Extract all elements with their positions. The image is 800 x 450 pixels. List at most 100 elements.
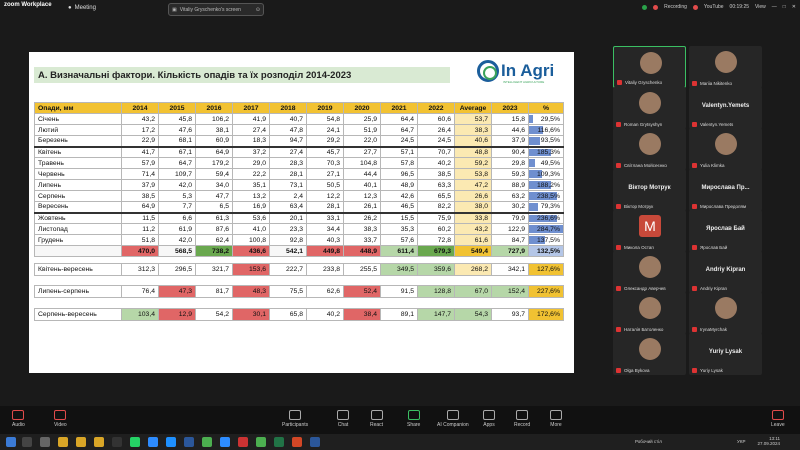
folder-icon-2[interactable] [94,437,104,447]
precipitation-table: Опади, мм 2014 2015 2016 2017 2018 2019 2020 202… [34,102,564,257]
participant-tile[interactable]: Olga Bykova [613,333,686,375]
summary-cell: 62,6 [306,285,344,298]
ai-companion-button[interactable]: AI Companion [437,410,469,428]
total-cell: 727,9 [491,245,529,257]
table-cell: 38,5 [417,168,455,180]
powerpoint-icon[interactable] [292,437,302,447]
more-button[interactable]: More [550,410,562,428]
participant-tile[interactable]: Vitaliy Gryschenko [613,46,686,88]
windows-start-icon[interactable] [6,437,16,447]
table-cell: 29,2 [306,135,344,147]
percent-value: 284,7% [536,225,560,233]
month-label: Грудень [34,234,122,246]
zoom-titlebar: zoom Workplace ● Meeting ▣ Vitaliy Grysc… [0,0,800,20]
word-icon[interactable] [310,437,320,447]
table-cell: 24,1 [306,124,344,136]
close-icon[interactable]: ✕ [792,4,796,10]
participants-button[interactable]: Participants [282,410,308,428]
meeting-menu[interactable]: ● Meeting [68,5,96,11]
participant-tile[interactable]: Олександр Аверчев [613,251,686,293]
table-cell: 59,3 [491,168,529,180]
app-icon-4[interactable] [256,437,266,447]
participant-tile[interactable]: M Микола Остап [613,210,686,252]
options-icon[interactable]: ⊙ [256,7,260,13]
zoom-icon[interactable] [148,437,158,447]
system-clock[interactable]: 13:11 27.09.2024 [757,436,780,446]
app-icon-2[interactable] [220,437,230,447]
leave-button[interactable]: Leave [771,410,785,428]
search-icon[interactable] [22,437,32,447]
language-indicator[interactable]: УКР [737,439,745,444]
summary-cell: 91,5 [380,285,418,298]
terminal-icon[interactable] [112,437,122,447]
explorer-icon[interactable] [58,437,68,447]
participant-tile[interactable]: Yulia Klimka [689,128,762,170]
participant-tile[interactable]: Світлана Мойсеєнко [613,128,686,170]
table-cell: 40,2 [417,157,455,169]
table-cell: 73,1 [269,179,307,191]
table-cell: 13,2 [232,190,270,202]
app-icon-1[interactable] [184,437,194,447]
table-cell: 70,3 [306,157,344,169]
table-cell: 38,0 [454,201,492,213]
chrome-icon[interactable] [202,437,212,447]
participant-tile[interactable]: Roman Grytsyshyn [613,87,686,129]
table-cell: 64,7 [380,124,418,136]
maximize-icon[interactable]: □ [783,4,786,10]
table-cell: 104,8 [343,157,381,169]
percent-value: 79,3% [540,203,560,211]
percent-cell: 29,5% [528,113,564,125]
summary-cell: 233,8 [306,263,344,276]
participant-tile[interactable]: Andriy Kipran Andriy Kipran [689,251,762,293]
percent-value: 109,3% [536,170,560,178]
summary-cell: 47,3 [158,285,196,298]
mic-muted-icon [616,327,621,332]
shared-slide: А. Визначальні фактори. Кількість опадів… [29,52,574,373]
app-icon-3[interactable] [238,437,248,447]
video-button[interactable]: Video [54,410,67,428]
mic-muted-icon [616,245,621,250]
participant-tile[interactable]: Ярослав Бай Ярослав Бай [689,210,762,252]
participant-tile[interactable]: Наталія Батоленко [613,292,686,334]
whatsapp-icon[interactable] [130,437,140,447]
table-cell: 71,4 [121,168,159,180]
total-cell: 549,4 [454,245,492,257]
participant-tile[interactable]: IrynaMyrchak [689,292,762,334]
table-cell: 37,2 [232,146,270,158]
participant-avatar [715,133,737,155]
column-header: Average [454,102,492,114]
total-label [34,245,122,257]
edge-icon[interactable] [166,437,176,447]
percent-cell: 137,5% [528,234,564,246]
record-button[interactable]: Record [514,410,530,428]
folder-icon[interactable] [76,437,86,447]
table-cell: 27,1 [306,168,344,180]
table-cell: 26,2 [343,212,381,224]
participant-avatar [639,297,661,319]
table-cell: 28,1 [269,168,307,180]
month-label: Червень [34,168,122,180]
percent-value: 29,5% [540,115,560,123]
month-label: Жовтень [34,212,122,224]
participant-avatar [639,133,661,155]
minimize-icon[interactable]: — [772,4,777,10]
summary-cell: 93,7 [491,308,529,321]
screen-share-pill[interactable]: ▣ Vitaliy Gryschenko's screen ⊙ [168,3,264,16]
participant-tile[interactable]: Yuriy Lysak Yuriy Lysak [689,333,762,375]
summary-cell: 38,4 [343,308,381,321]
participant-tile[interactable]: Мирослава Пр... Мирослава Предолям [689,169,762,211]
apps-button[interactable]: Apps [483,410,495,428]
participant-tile[interactable]: Віктор Мотрук Віктор Мотрук [613,169,686,211]
table-cell: 26,6 [454,190,492,202]
table-cell: 60,9 [195,135,233,147]
react-button[interactable]: React [370,410,383,428]
audio-button[interactable]: Audio [12,410,25,428]
chat-button[interactable]: Chat [337,410,349,428]
summary-row: Липень-серпень 76,4 47,3 81,7 48,3 75,5 62,6 52… [34,285,564,298]
excel-icon[interactable] [274,437,284,447]
view-button[interactable]: View [755,4,766,10]
task-view-icon[interactable] [40,437,50,447]
participant-tile[interactable]: Valentyn.Yemets Valentyn.Yemets [689,87,762,129]
participant-tile[interactable]: Mariia Nikitenko [689,46,762,88]
share-button[interactable]: Share [407,410,420,428]
